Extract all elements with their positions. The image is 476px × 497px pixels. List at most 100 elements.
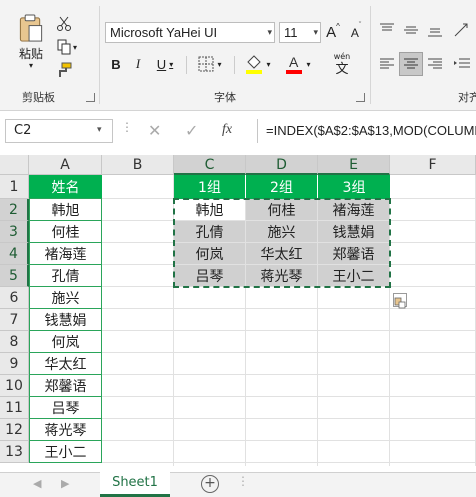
column-header-b[interactable]: B (102, 155, 174, 175)
align-left-button[interactable] (376, 53, 398, 75)
cut-button[interactable] (54, 14, 74, 34)
row-header-10[interactable]: 10 (0, 375, 29, 397)
italic-button[interactable]: I (128, 54, 148, 74)
row-header-4[interactable]: 4 (0, 243, 29, 265)
format-painter-button[interactable] (54, 60, 74, 80)
column-header-e[interactable]: E (318, 155, 390, 175)
font-name-dropdown-icon[interactable]: ▾ (267, 27, 272, 38)
font-color-button[interactable]: A ▾ (280, 52, 316, 76)
copy-button[interactable]: ▾ (54, 37, 80, 57)
worksheet-grid[interactable]: A B C D E F 1 2 3 4 5 6 7 8 9 10 11 12 13 姓名 韩旭 何桂 褚海莲 孔倩 施兴 钱慧娟何… (0, 155, 476, 466)
ribbon-separator (186, 56, 187, 74)
caret-up-icon: ^ (336, 22, 340, 31)
font-color-dropdown-icon[interactable]: ▾ (306, 60, 310, 69)
grow-font-button[interactable]: A ^ (323, 22, 343, 43)
name-cell[interactable]: 郑馨语 (29, 374, 102, 397)
formula-input[interactable]: =INDEX($A$2:$A$13,MOD(COLUMN (257, 119, 476, 143)
font-size-dropdown-icon[interactable]: ▾ (313, 27, 318, 38)
name-cell[interactable]: 钱慧娟 (29, 308, 102, 331)
bold-button[interactable]: B (106, 54, 126, 74)
align-center-icon (404, 58, 418, 69)
borders-button[interactable]: ▾ (192, 54, 228, 74)
scroll-right-icon[interactable]: ▶ (61, 477, 69, 490)
formula-bar-grip-icon[interactable]: ⋮ (121, 121, 133, 133)
name-cell[interactable]: 蒋光琴 (29, 418, 102, 441)
select-all-corner[interactable] (0, 155, 29, 175)
column-header-d[interactable]: D (246, 155, 318, 175)
row-header-8[interactable]: 8 (0, 331, 29, 353)
shrink-font-label: A (350, 25, 359, 40)
column-header-c[interactable]: C (174, 155, 246, 175)
copy-dropdown-icon[interactable]: ▾ (73, 43, 77, 52)
align-center-button[interactable] (399, 52, 423, 76)
insert-function-icon[interactable]: fx (222, 122, 232, 138)
caret-down-icon: ˇ (358, 22, 362, 29)
row-header-7[interactable]: 7 (0, 309, 29, 331)
indent-button[interactable] (450, 53, 474, 75)
sheet-tab-sheet1[interactable]: Sheet1 (100, 472, 170, 497)
phonetic-button[interactable]: wén 文 (322, 50, 362, 78)
paste-options-icon[interactable] (393, 293, 407, 309)
enter-icon[interactable]: ✓ (185, 121, 198, 140)
name-box-dropdown-icon[interactable]: ▾ (97, 125, 102, 135)
ribbon-separator (234, 56, 235, 74)
name-cell[interactable]: 孔倩 (29, 264, 102, 287)
shrink-font-button[interactable]: Aˇ (346, 22, 366, 43)
cancel-icon[interactable]: ✕ (148, 121, 161, 140)
group-header-cell[interactable]: 3组 (318, 175, 390, 199)
phonetic-bottom: 文 (335, 61, 349, 77)
align-right-button[interactable] (424, 53, 446, 75)
name-cell[interactable]: 何岚 (29, 330, 102, 353)
font-name-value: Microsoft YaHei UI (110, 25, 218, 40)
row-header-2[interactable]: 2 (0, 199, 29, 221)
fill-color-button[interactable]: ▾ (240, 52, 276, 76)
font-dialog-launcher[interactable] (356, 93, 365, 102)
name-cell[interactable]: 褚海莲 (29, 242, 102, 265)
paint-bucket-icon (246, 55, 263, 74)
name-column-header[interactable]: 姓名 (29, 175, 102, 199)
scroll-left-icon[interactable]: ◀ (33, 477, 41, 490)
row-header-9[interactable]: 9 (0, 353, 29, 375)
row-header-12[interactable]: 12 (0, 419, 29, 441)
row-header-11[interactable]: 11 (0, 397, 29, 419)
formula-bar: C2 ▾ ⋮ ✕ ✓ fx =INDEX($A$2:$A$13,MOD(COLU… (0, 112, 476, 150)
underline-label: U (156, 56, 167, 72)
underline-dropdown-icon[interactable]: ▾ (169, 60, 173, 69)
paste-options-glyph-icon (394, 297, 406, 309)
align-right-icon (428, 58, 442, 69)
align-middle-button[interactable] (400, 19, 422, 41)
orientation-button[interactable] (450, 19, 474, 41)
name-cell[interactable]: 施兴 (29, 286, 102, 309)
tab-bar-grip-icon[interactable]: ⋮ (237, 475, 249, 487)
name-cell[interactable]: 王小二 (29, 440, 102, 463)
name-cell[interactable]: 韩旭 (29, 198, 102, 221)
align-top-button[interactable] (376, 19, 398, 41)
column-header-f[interactable]: F (390, 155, 476, 175)
paste-dropdown-icon[interactable]: ▾ (29, 62, 33, 70)
paste-button[interactable]: 粘贴 ▾ (12, 14, 50, 70)
group-header-cell[interactable]: 2组 (246, 175, 318, 199)
font-size-combo[interactable]: 11 ▾ (279, 22, 321, 43)
name-cell[interactable]: 吕琴 (29, 396, 102, 419)
name-cell[interactable]: 华太红 (29, 352, 102, 375)
clipboard-group-label: 剪贴板 (22, 91, 55, 104)
font-name-combo[interactable]: Microsoft YaHei UI ▾ (105, 22, 275, 43)
group-header-cell[interactable]: 1组 (174, 175, 246, 199)
row-header-6[interactable]: 6 (0, 287, 29, 309)
clipboard-dialog-launcher[interactable] (86, 93, 95, 102)
indent-icon (454, 58, 470, 68)
fill-color-dropdown-icon[interactable]: ▾ (266, 60, 270, 69)
underline-button[interactable]: U ▾ (150, 54, 180, 74)
align-bottom-icon (428, 28, 442, 37)
format-painter-icon (59, 62, 72, 77)
name-cell[interactable]: 何桂 (29, 220, 102, 243)
row-header-1[interactable]: 1 (0, 175, 29, 199)
row-header-5[interactable]: 5 (0, 265, 29, 287)
column-header-a[interactable]: A (29, 155, 102, 175)
borders-dropdown-icon[interactable]: ▾ (217, 60, 221, 69)
align-bottom-button[interactable] (424, 19, 446, 41)
borders-icon (198, 56, 214, 72)
row-header-3[interactable]: 3 (0, 221, 29, 243)
row-header-13[interactable]: 13 (0, 441, 29, 463)
add-sheet-icon[interactable]: + (201, 475, 219, 493)
